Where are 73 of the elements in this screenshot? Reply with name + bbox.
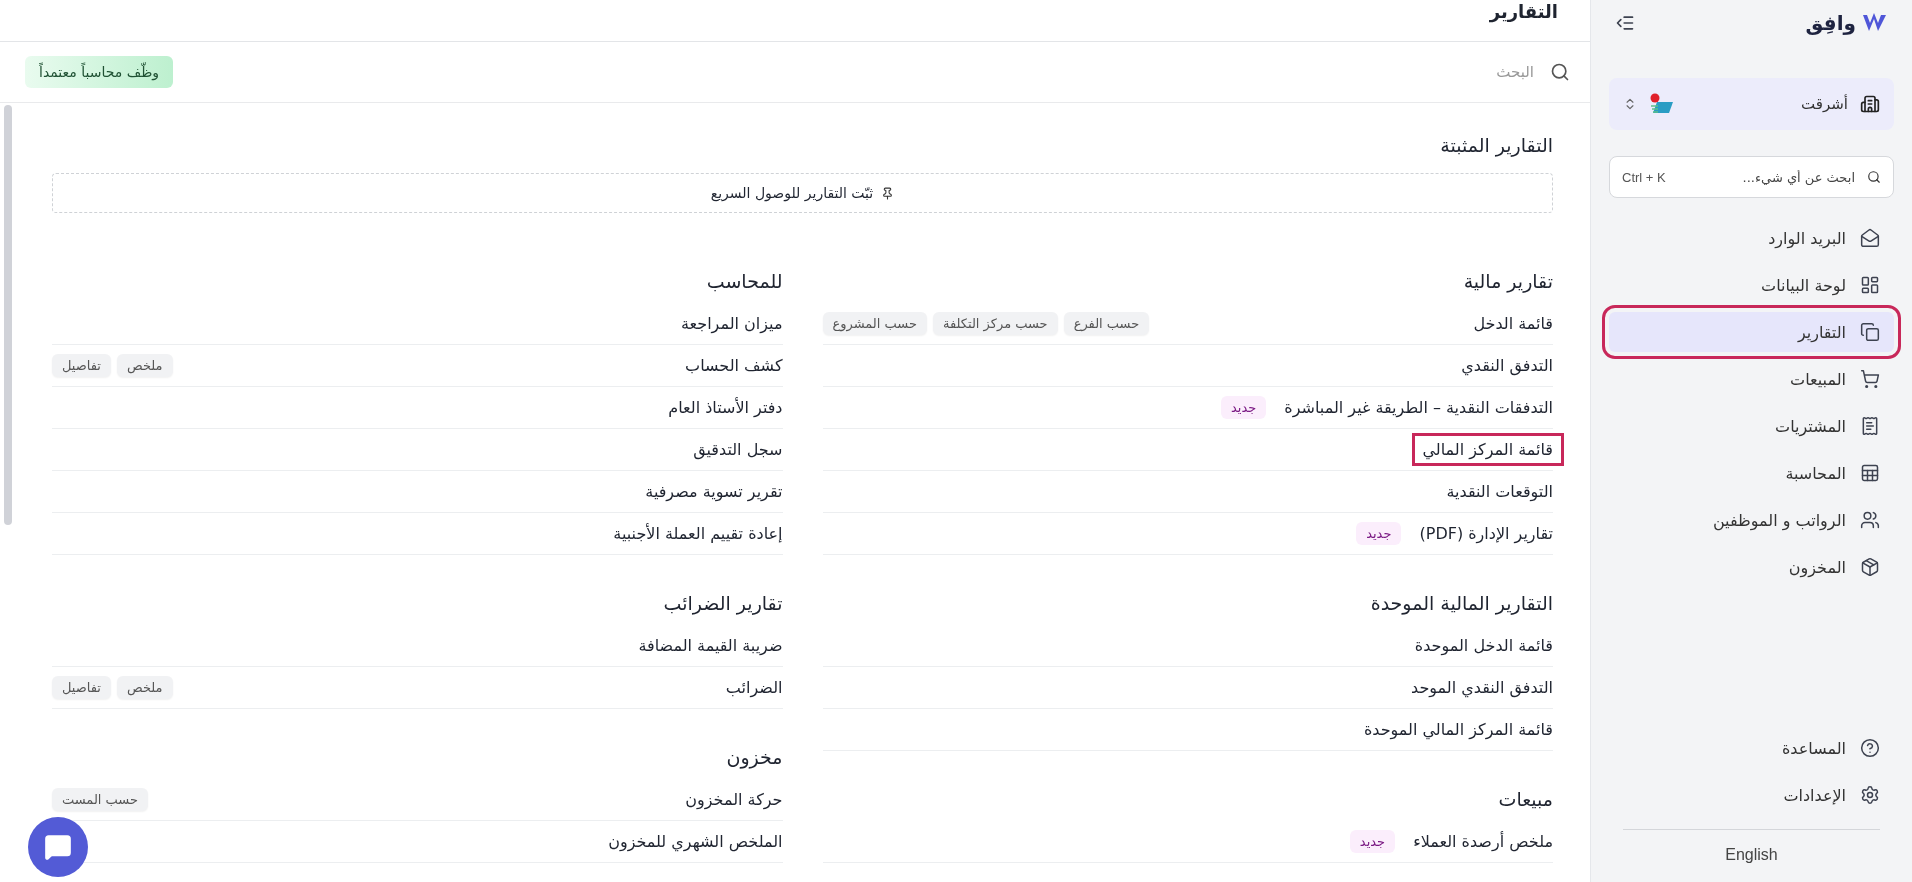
documents-icon <box>1860 322 1880 342</box>
section-heading: مخزون <box>725 745 783 769</box>
variant-link[interactable]: حسب مركز التكلفة <box>932 312 1058 335</box>
section-heading: التقارير المثبتة <box>1439 133 1553 157</box>
section-heading: مبيعات <box>1497 787 1553 811</box>
report-link[interactable]: الملخص الشهري للمخزون <box>600 828 791 855</box>
sidebar-item[interactable]: المبيعات <box>1609 359 1894 399</box>
report-link[interactable]: دفتر الأستاذ العام <box>660 394 791 421</box>
report-link[interactable]: تقرير تسوية مصرفية <box>637 478 791 505</box>
report-link[interactable]: قائمة المركز المالي <box>1414 436 1561 463</box>
language-link[interactable]: English <box>1609 830 1894 882</box>
people-icon <box>1860 510 1880 530</box>
report-link[interactable]: سجل التدقيق <box>685 436 791 463</box>
receipt-icon <box>1860 416 1880 436</box>
shortcut-hint: Ctrl + K <box>1622 169 1666 185</box>
sidebar-item[interactable]: المشتريات <box>1609 406 1894 446</box>
section-heading: تقارير الضرائب <box>662 591 783 615</box>
report-link[interactable]: التدفق النقدي الموحد <box>1403 674 1561 701</box>
table-icon <box>1860 463 1880 483</box>
report-link[interactable]: ضريبة القيمة المضافة <box>630 632 791 659</box>
sidebar-item[interactable]: البريد الوارد <box>1609 218 1894 258</box>
report-link[interactable]: التوقعات النقدية <box>1438 478 1561 505</box>
new-label: جديد <box>1349 830 1396 853</box>
report-link[interactable]: كشف الحساب <box>677 352 791 379</box>
report-link[interactable]: تقارير الإدارة (PDF) <box>1411 520 1561 547</box>
report-link[interactable]: قائمة الدخل <box>1465 310 1561 337</box>
section-heading: تقارير مالية <box>1462 269 1553 293</box>
variant-link[interactable]: حسب الفرع <box>1063 312 1150 335</box>
sidebar-item[interactable]: الرواتب و الموظفين <box>1609 500 1894 540</box>
section-heading: التقارير المالية الموحدة <box>1369 591 1553 615</box>
envelope-icon <box>1860 228 1880 248</box>
hire-accountant-button[interactable]: وظّف محاسباً معتمداً <box>25 56 174 88</box>
dashboard-icon <box>1860 275 1880 295</box>
report-link[interactable]: التدفقات النقدية – الطريقة غير المباشرة <box>1276 394 1561 421</box>
new-label: جديد <box>1356 522 1402 545</box>
new-label: جديد <box>1221 396 1267 419</box>
sidebar-item[interactable]: الإعدادات <box>1609 775 1894 815</box>
page-title: التقارير <box>1489 0 1558 24</box>
pin-icon <box>881 186 895 200</box>
report-link[interactable]: الضرائب <box>717 674 791 701</box>
logo-text: وافِق <box>1805 11 1856 35</box>
variant-link[interactable]: تفاصيل <box>52 354 111 377</box>
report-link[interactable]: ميزان المراجعة <box>672 310 791 337</box>
variant-link[interactable]: ملخص <box>116 354 173 377</box>
search-icon <box>1867 170 1881 184</box>
variant-link[interactable]: حسب المشروع <box>822 312 927 335</box>
search-icon <box>1550 62 1570 82</box>
sidebar-item[interactable]: المحاسبة <box>1609 453 1894 493</box>
chat-icon <box>44 833 72 861</box>
variant-link[interactable]: حسب المست <box>52 788 148 811</box>
organization-switcher[interactable]: أشرقت <box>1609 78 1894 130</box>
settings-icon <box>1860 785 1880 805</box>
variant-link[interactable]: ملخص <box>116 676 173 699</box>
report-link[interactable]: قائمة المركز المالي الموحدة <box>1355 716 1561 743</box>
variant-link[interactable]: تفاصيل <box>52 676 111 699</box>
help-icon <box>1860 738 1880 758</box>
sidebar-item[interactable]: لوحة البيانات <box>1609 265 1894 305</box>
logo-icon <box>1862 13 1888 33</box>
report-link[interactable]: قائمة الدخل الموحدة <box>1406 632 1561 659</box>
cart-icon <box>1860 369 1880 389</box>
pinned-hint: ثبّت التقارير للوصول السريع <box>710 185 874 201</box>
report-link[interactable]: ملخص أرصدة العملاء <box>1405 828 1561 855</box>
report-link[interactable]: إعادة تقييم العملة الأجنبية <box>605 520 791 547</box>
report-link[interactable]: حركة المخزون <box>677 786 791 813</box>
report-link[interactable]: التدفق النقدي <box>1453 352 1561 379</box>
sidebar-item[interactable]: المساعدة <box>1609 728 1894 768</box>
building-icon <box>1860 94 1880 114</box>
collapse-sidebar-icon[interactable] <box>1615 13 1635 33</box>
section-heading: للمحاسب <box>705 269 783 293</box>
chat-button[interactable] <box>28 817 88 877</box>
box-icon <box>1860 557 1880 577</box>
sidebar-item[interactable]: المخزون <box>1609 547 1894 587</box>
organization-logo-icon <box>1649 93 1675 115</box>
